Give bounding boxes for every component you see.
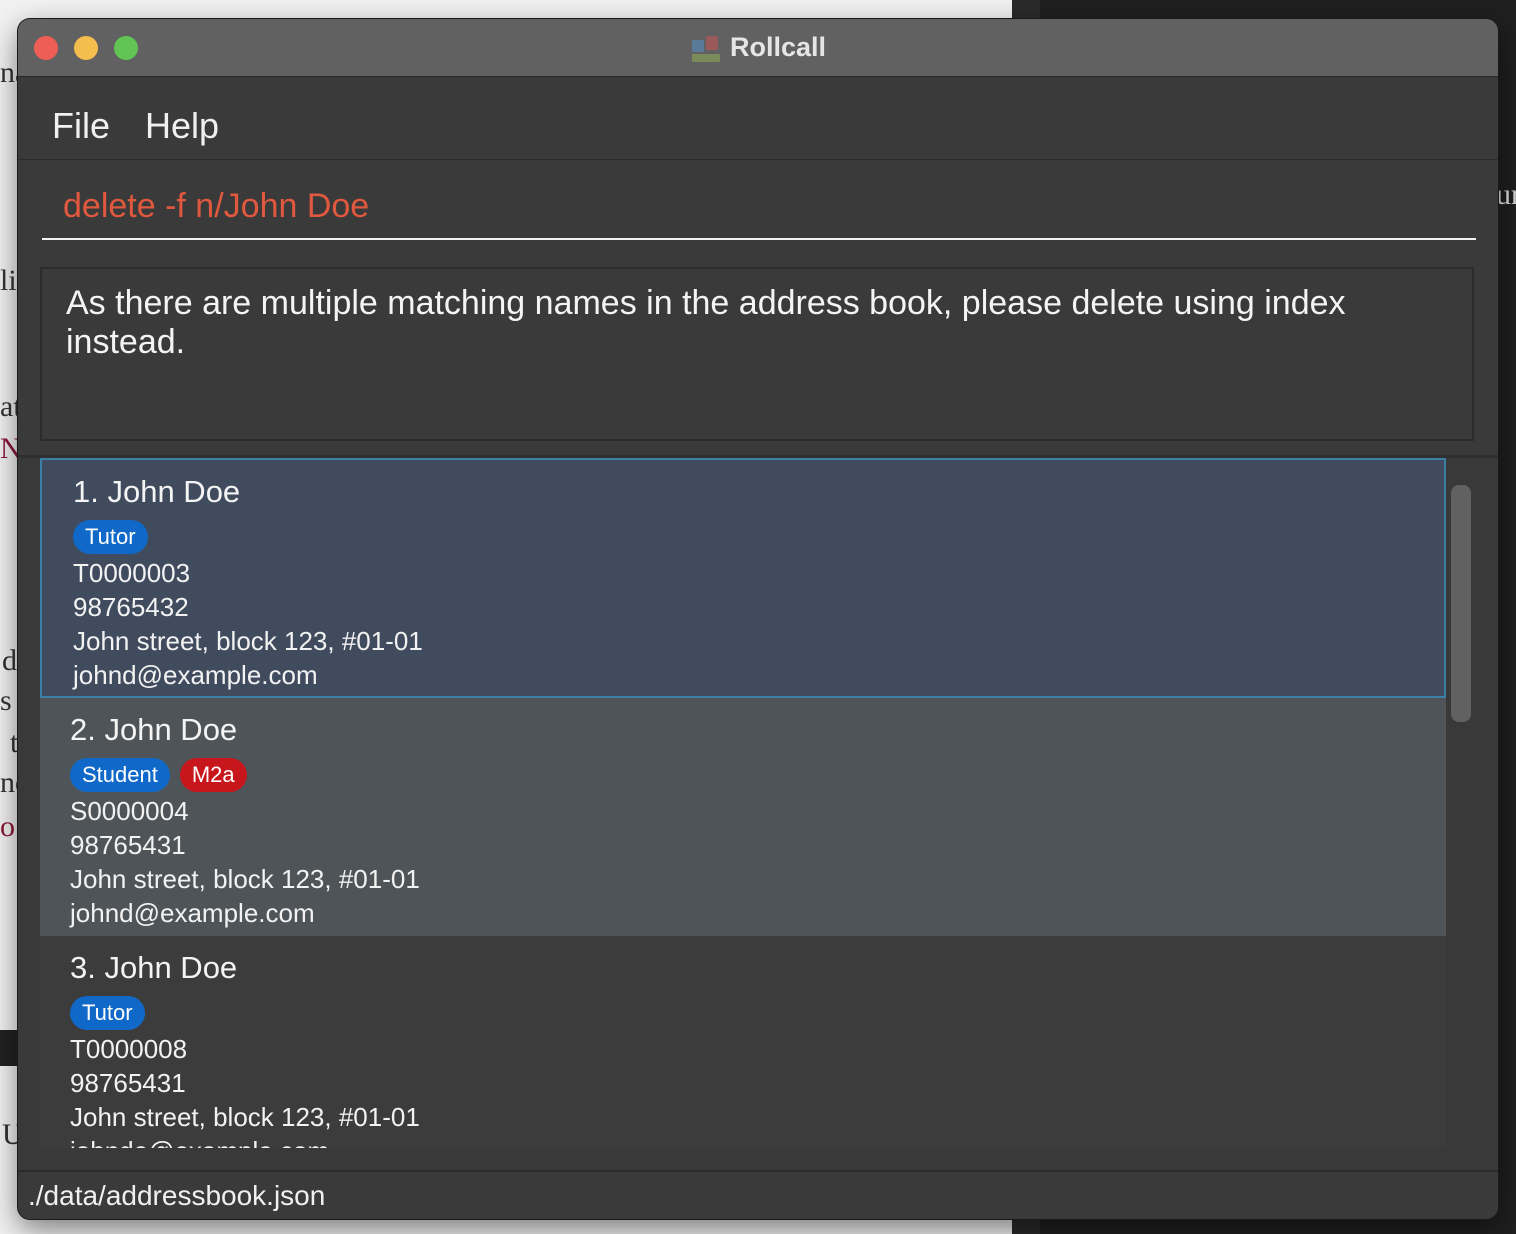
- tag-badge: Tutor: [73, 520, 148, 554]
- status-bar: ./data/addressbook.json: [18, 1170, 1498, 1219]
- person-name: 2. John Doe: [70, 712, 238, 747]
- person-phone: 98765432: [73, 592, 189, 622]
- background-text-fragment: s: [0, 684, 12, 717]
- tag-badge: Tutor: [70, 996, 145, 1030]
- person-email: johnde@example.com: [70, 1134, 1446, 1148]
- tag-badge: M2a: [179, 758, 247, 792]
- person-id: S0000004: [70, 796, 189, 826]
- person-card[interactable]: 1. John Doe Tutor T0000003 98765432 John…: [40, 458, 1446, 698]
- person-name: 3. John Doe: [70, 950, 238, 985]
- status-file-path: ./data/addressbook.json: [28, 1180, 326, 1211]
- command-input[interactable]: delete -f n/John Doe: [42, 160, 1476, 240]
- person-phone: 98765431: [70, 830, 186, 860]
- person-name: 1. John Doe: [73, 474, 241, 509]
- menu-help[interactable]: Help: [145, 105, 219, 147]
- background-bar: [0, 1030, 20, 1066]
- menu-file[interactable]: File: [52, 105, 110, 147]
- app-icon: [690, 32, 722, 64]
- window-title: Rollcall: [729, 32, 827, 62]
- result-display-area: As there are multiple matching names in …: [18, 252, 1498, 458]
- background-text-fragment: o: [0, 810, 15, 843]
- person-email: johnd@example.com: [70, 898, 315, 928]
- person-email: johnd@example.com: [73, 660, 318, 690]
- result-message: As there are multiple matching names in …: [40, 267, 1474, 441]
- title-bar[interactable]: Rollcall: [18, 19, 1498, 77]
- menu-bar: File Help: [18, 77, 1498, 160]
- command-box-area: delete -f n/John Doe: [18, 160, 1498, 252]
- person-id: T0000008: [70, 1034, 188, 1064]
- list-scrollbar-thumb[interactable]: [1451, 485, 1471, 722]
- person-id: T0000003: [73, 558, 191, 588]
- tag-list: Tutor: [70, 996, 1446, 1030]
- tag-badge: Student: [70, 758, 170, 792]
- person-address: John street, block 123, #01-01: [73, 626, 423, 656]
- window-title-group: Rollcall: [18, 19, 1498, 76]
- tag-list: Tutor: [73, 520, 1444, 554]
- background-text-fragment: ur: [1496, 178, 1516, 211]
- tag-list: Student M2a: [70, 758, 1446, 792]
- app-window: Rollcall File Help delete -f n/John Doe …: [18, 19, 1498, 1219]
- person-list[interactable]: 1. John Doe Tutor T0000003 98765432 John…: [40, 458, 1446, 1148]
- person-address: John street, block 123, #01-01: [70, 864, 420, 894]
- person-phone: 98765431: [70, 1068, 186, 1098]
- person-address: John street, block 123, #01-01: [70, 1102, 420, 1132]
- person-list-area: 1. John Doe Tutor T0000003 98765432 John…: [18, 458, 1498, 1170]
- background-text-fragment: d: [2, 644, 17, 677]
- person-card[interactable]: 2. John Doe Student M2a S0000004 9876543…: [40, 698, 1446, 938]
- person-card[interactable]: 3. John Doe Tutor T0000008 98765431 John…: [40, 936, 1446, 1148]
